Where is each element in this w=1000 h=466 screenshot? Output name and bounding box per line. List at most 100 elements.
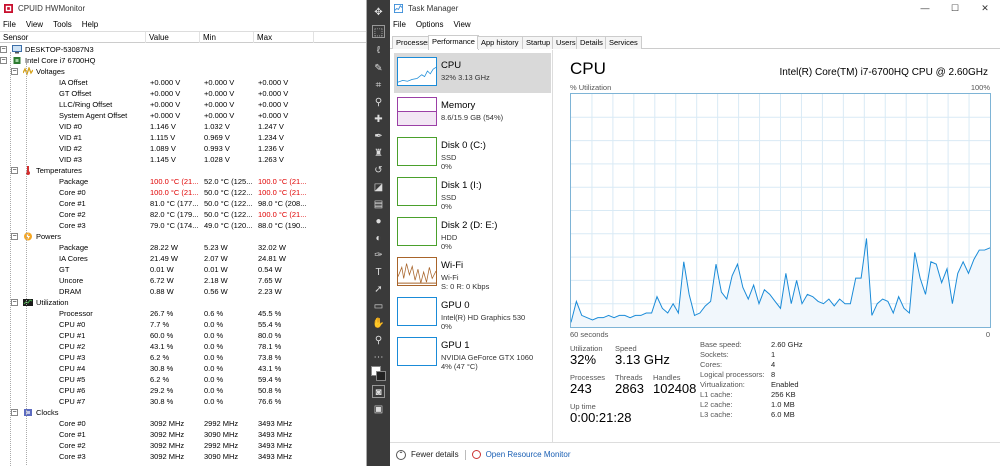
sensor-row[interactable]: − Voltages (0, 66, 366, 77)
minimize-icon[interactable]: — (910, 0, 940, 17)
column-header-max[interactable]: Max (254, 32, 314, 43)
sensor-row[interactable]: VID #3 1.145 V 1.028 V 1.263 V (0, 154, 366, 165)
sensor-row[interactable]: − Powers (0, 231, 366, 242)
tree-toggle-icon[interactable]: − (11, 299, 18, 306)
sensor-row[interactable]: CPU #2 43.1 % 0.0 % 78.1 % (0, 341, 366, 352)
quick-mask-icon[interactable]: ◙ (372, 385, 385, 398)
perf-item-3[interactable]: Disk 1 (I:) SSD 0% (394, 173, 551, 213)
sensor-row[interactable]: IA Offset +0.000 V +0.000 V +0.000 V (0, 77, 366, 88)
tree-toggle-icon[interactable]: − (0, 57, 7, 64)
path-select-icon[interactable]: ➚ (372, 283, 385, 296)
fewer-details-link[interactable]: Fewer details (411, 450, 459, 459)
sensor-row[interactable]: System Agent Offset +0.000 V +0.000 V +0.00… (0, 110, 366, 121)
resource-monitor-icon[interactable] (471, 450, 481, 459)
perf-item-4[interactable]: Disk 2 (D: E:) HDD 0% (394, 213, 551, 253)
perf-item-7[interactable]: GPU 1 NVIDIA GeForce GTX 1060 4% (47 °C) (394, 333, 551, 373)
tab-app-history[interactable]: App history (477, 36, 523, 49)
lasso-tool-icon[interactable]: ℓ (372, 44, 385, 57)
perf-item-2[interactable]: Disk 0 (C:) SSD 0% (394, 133, 551, 173)
tree-toggle-icon[interactable]: − (11, 409, 18, 416)
move-tool-icon[interactable]: ✥ (372, 6, 385, 19)
task-manager-title-bar[interactable]: Task Manager — ☐ ✕ (390, 0, 1000, 17)
sensor-row[interactable]: Core #1 81.0 °C (177... 50.0 °C (122... 98.… (0, 198, 366, 209)
sensor-row[interactable]: Package 100.0 °C (21... 52.0 °C (125... 100… (0, 176, 366, 187)
shape-tool-icon[interactable]: ▭ (372, 300, 385, 313)
sensor-row[interactable]: Core #0 100.0 °C (21... 50.0 °C (122... 100… (0, 187, 366, 198)
perf-item-0[interactable]: CPU 32% 3.13 GHz (394, 53, 551, 93)
marquee-tool-icon[interactable]: ⬚ (372, 25, 385, 38)
tab-details[interactable]: Details (576, 36, 607, 49)
column-header-value[interactable]: Value (146, 32, 200, 43)
quick-select-icon[interactable]: ✎ (372, 62, 385, 75)
close-icon[interactable]: ✕ (970, 0, 1000, 17)
sensor-row[interactable]: Processor 26.7 % 0.6 % 45.5 % (0, 308, 366, 319)
chevron-up-icon[interactable]: ⌃ (396, 449, 406, 460)
sensor-row[interactable]: − Temperatures (0, 165, 366, 176)
hand-tool-icon[interactable]: ✋ (372, 317, 385, 330)
tree-toggle-icon[interactable]: − (0, 46, 7, 53)
hwmonitor-title-bar[interactable]: CPUID HWMonitor (0, 0, 366, 17)
tab-performance[interactable]: Performance (428, 35, 479, 50)
stamp-tool-icon[interactable]: ♜ (372, 147, 385, 160)
sensor-row[interactable]: Core #2 3092 MHz 2992 MHz 3493 MHz (0, 440, 366, 451)
sensor-row[interactable]: − Utilization (0, 297, 366, 308)
sensor-row[interactable]: GT Offset +0.000 V +0.000 V +0.000 V (0, 88, 366, 99)
maximize-icon[interactable]: ☐ (940, 0, 970, 17)
sensor-row[interactable]: CPU #4 30.8 % 0.0 % 43.1 % (0, 363, 366, 374)
crop-tool-icon[interactable]: ⌗ (372, 79, 385, 92)
healing-brush-icon[interactable]: ✚ (372, 113, 385, 126)
more-tools-icon[interactable]: ⋯ (372, 351, 385, 364)
tree-toggle-icon[interactable]: − (11, 233, 18, 240)
sensor-row[interactable]: − Intel Core i7 6700HQ (0, 55, 366, 66)
tree-toggle-icon[interactable]: − (11, 167, 18, 174)
sensor-row[interactable]: GT 0.01 W 0.01 W 0.54 W (0, 264, 366, 275)
zoom-tool-icon[interactable]: ⚲ (372, 334, 385, 347)
dodge-tool-icon[interactable]: ◐ (372, 232, 385, 245)
perf-item-5[interactable]: Wi-Fi Wi-Fi S: 0 R: 0 Kbps (394, 253, 551, 293)
perf-item-1[interactable]: Memory 8.6/15.9 GB (54%) (394, 93, 551, 133)
sensor-row[interactable]: Core #0 3092 MHz 2992 MHz 3493 MHz (0, 418, 366, 429)
perf-item-6[interactable]: GPU 0 Intel(R) HD Graphics 530 0% (394, 293, 551, 333)
sensor-row[interactable]: DRAM 0.88 W 0.56 W 2.23 W (0, 286, 366, 297)
sensor-row[interactable]: Core #1 3092 MHz 3090 MHz 3493 MHz (0, 429, 366, 440)
sensor-row[interactable]: Core #2 82.0 °C (179... 50.0 °C (122... 100… (0, 209, 366, 220)
eyedropper-icon[interactable]: ⚲ (372, 96, 385, 109)
column-header-min[interactable]: Min (200, 32, 254, 43)
sensor-row[interactable]: CPU #6 29.2 % 0.0 % 50.8 % (0, 385, 366, 396)
sensor-row[interactable]: − DESKTOP-53087N3 (0, 44, 366, 55)
eraser-tool-icon[interactable]: ◪ (372, 181, 385, 194)
sensor-row[interactable]: CPU #5 6.2 % 0.0 % 59.4 % (0, 374, 366, 385)
sensor-row[interactable]: CPU #3 6.2 % 0.0 % 73.8 % (0, 352, 366, 363)
tab-startup[interactable]: Startup (522, 36, 555, 49)
tab-services[interactable]: Services (605, 36, 642, 49)
sensor-row[interactable]: Package 28.22 W 5.23 W 32.02 W (0, 242, 366, 253)
column-header-sensor[interactable]: Sensor (0, 32, 146, 43)
history-brush-icon[interactable]: ↺ (372, 164, 385, 177)
tm-menu-options[interactable]: Options (416, 20, 444, 29)
hw-menu-file[interactable]: File (3, 20, 16, 29)
type-tool-icon[interactable]: T (372, 266, 385, 279)
sensor-row[interactable]: CPU #7 30.8 % 0.0 % 76.6 % (0, 396, 366, 407)
screen-mode-icon[interactable]: ▣ (372, 403, 385, 416)
sensor-row[interactable]: CPU #0 7.7 % 0.0 % 55.4 % (0, 319, 366, 330)
hw-menu-view[interactable]: View (26, 20, 43, 29)
sensor-row[interactable]: Core #3 3092 MHz 3090 MHz 3493 MHz (0, 451, 366, 462)
blur-tool-icon[interactable]: ● (372, 215, 385, 228)
sensor-row[interactable]: LLC/Ring Offset +0.000 V +0.000 V +0.000 V (0, 99, 366, 110)
sensor-row[interactable]: VID #1 1.115 V 0.969 V 1.234 V (0, 132, 366, 143)
sensor-row[interactable]: IA Cores 21.49 W 2.07 W 24.81 W (0, 253, 366, 264)
sensor-row[interactable]: CPU #1 60.0 % 0.0 % 80.0 % (0, 330, 366, 341)
sensor-row[interactable]: VID #2 1.089 V 0.993 V 1.236 V (0, 143, 366, 154)
gradient-tool-icon[interactable]: ▤ (372, 198, 385, 211)
tm-menu-file[interactable]: File (393, 20, 406, 29)
brush-tool-icon[interactable]: ✒ (372, 130, 385, 143)
open-resource-monitor-link[interactable]: Open Resource Monitor (486, 450, 571, 459)
tm-menu-view[interactable]: View (453, 20, 470, 29)
pen-tool-icon[interactable]: ✑ (372, 249, 385, 262)
sensor-row[interactable]: − Clocks (0, 407, 366, 418)
tree-toggle-icon[interactable]: − (11, 68, 18, 75)
sensor-row[interactable]: VID #0 1.146 V 1.032 V 1.247 V (0, 121, 366, 132)
color-swatches-icon[interactable] (371, 366, 386, 381)
hw-menu-help[interactable]: Help (82, 20, 98, 29)
sensor-row[interactable]: Uncore 6.72 W 2.18 W 7.65 W (0, 275, 366, 286)
